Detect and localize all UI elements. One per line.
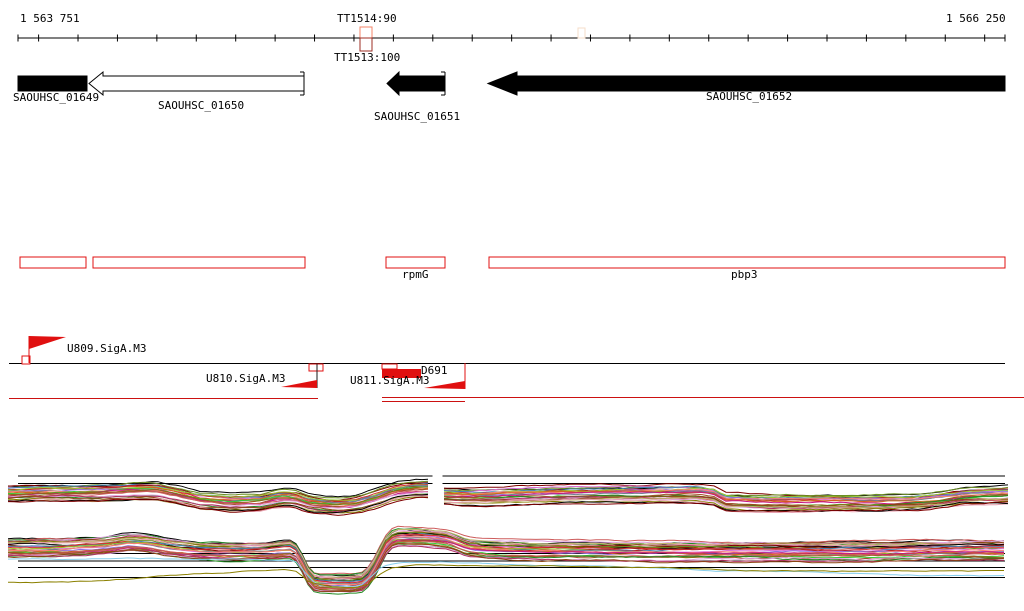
tss-flag-label-u809: U809.SigA.M3	[67, 342, 147, 355]
tss-label-tt1513: TT1513:100	[334, 51, 401, 64]
tss-flag-base-box[interactable]	[308, 363, 324, 372]
expression-trace-lower	[7, 544, 1005, 595]
tss-flag-label-u811: U811.SigA.M3	[350, 374, 430, 387]
tss-box-tt1514[interactable]	[359, 26, 373, 39]
operon-rect[interactable]	[19, 256, 87, 269]
tss-flag-triangle[interactable]	[281, 380, 317, 388]
tss-flag-label-u810: U810.SigA.M3	[206, 372, 286, 385]
operon-label-rpmg: rpmG	[402, 268, 429, 281]
operon-label-pbp3: pbp3	[731, 268, 758, 281]
ruler-end-label: 1 566 250	[946, 12, 1006, 25]
tss-flag-triangle[interactable]	[424, 381, 465, 389]
tss-flag-label-d691: D691	[421, 364, 448, 377]
gene-arrow-saouhsc_01649[interactable]	[17, 75, 88, 92]
ruler-start-label: 1 563 751	[20, 12, 80, 25]
genome-browser-view: 1 563 751 1 566 250 TT1514:90 TT1513:100…	[0, 0, 1024, 611]
genome-browser-canvas	[7, 26, 1024, 595]
tss-flag-triangle[interactable]	[29, 336, 66, 349]
gene-label-saouhsc-01650: SAOUHSC_01650	[158, 99, 245, 112]
tss-box-faint[interactable]	[577, 27, 586, 39]
expression-trace-olive-low	[7, 564, 1004, 589]
operon-rect-pbp3[interactable]	[488, 256, 1006, 269]
gene-arrow-saouhsc_01650[interactable]	[88, 70, 305, 97]
tss-box-tt1513[interactable]	[359, 37, 373, 52]
tss-flag-base-box[interactable]	[381, 363, 398, 370]
operon-rect-rpmg[interactable]	[385, 256, 446, 269]
operon-rect[interactable]	[92, 256, 306, 269]
gene-arrow-saouhsc_01651[interactable]	[386, 70, 446, 97]
tss-label-tt1514: TT1514:90	[337, 12, 397, 25]
gene-label-saouhsc-01649: SAOUHSC_01649	[13, 91, 100, 104]
gene-label-saouhsc-01651: SAOUHSC_01651	[374, 110, 461, 123]
gene-label-saouhsc-01652: SAOUHSC_01652	[706, 90, 793, 103]
